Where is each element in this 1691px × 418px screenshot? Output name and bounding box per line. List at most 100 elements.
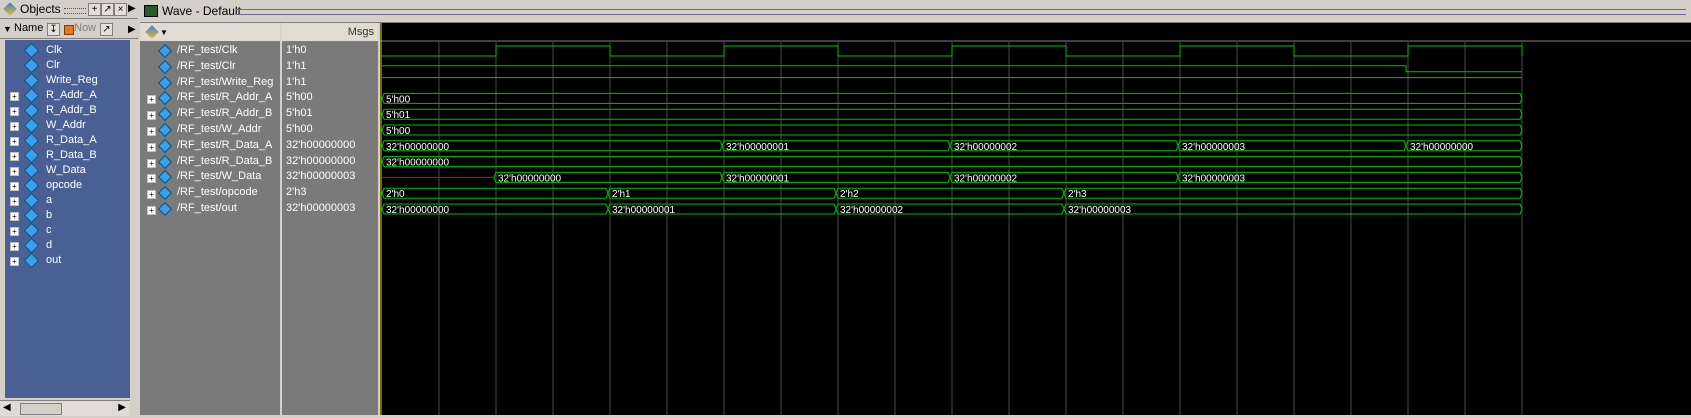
expand-icon[interactable]: + (10, 137, 19, 146)
signal-row[interactable]: /RF_test/Clr (140, 59, 280, 75)
signal-values-pane: Msgs 1'h0 1'h1 1'h1 5'h00 5'h01 5'h00 32'h0000… (282, 23, 380, 415)
horizontal-scrollbar[interactable]: ◀ ▶ (0, 400, 130, 416)
signal-row[interactable]: + /RF_test/W_Addr (140, 122, 280, 138)
signal-icon (23, 222, 40, 239)
expand-icon[interactable]: + (147, 111, 156, 121)
expand-icon[interactable]: + (10, 167, 19, 176)
expand-icon[interactable]: + (147, 206, 156, 215)
object-item[interactable]: + R_Data_A (5, 132, 130, 149)
signal-value: 5'h01 (286, 107, 313, 120)
object-item[interactable]: + R_Data_B (5, 147, 130, 164)
expand-icon[interactable]: + (147, 158, 156, 168)
signal-row[interactable]: /RF_test/Write_Reg (140, 75, 280, 91)
signal-value: 1'h1 (286, 59, 307, 72)
object-item[interactable]: Clk (5, 42, 130, 59)
bus-value-label: 32'h00000002 (954, 173, 1018, 184)
expand-icon[interactable]: + (147, 95, 156, 105)
object-item[interactable]: Clr (5, 57, 130, 74)
object-item[interactable]: + b (5, 207, 130, 224)
sort-icon[interactable]: ↧ (47, 23, 60, 36)
scroll-left-icon[interactable]: ◀ (3, 402, 11, 413)
close-icon[interactable]: × (114, 3, 127, 16)
object-item[interactable]: + W_Data (5, 162, 130, 179)
expand-icon[interactable]: + (10, 212, 19, 221)
column-now[interactable]: Now (74, 22, 96, 34)
expand-icon[interactable]: + (10, 107, 19, 116)
object-item[interactable]: + R_Addr_B (5, 102, 130, 119)
expand-icon[interactable]: + (147, 142, 156, 152)
column-name[interactable]: Name (14, 22, 43, 34)
object-item-label: out (46, 254, 62, 266)
bus-segment (381, 187, 609, 199)
expand-icon[interactable]: + (147, 174, 156, 184)
signal-row[interactable]: + /RF_test/R_Data_B (140, 154, 280, 170)
add-icon[interactable]: + (88, 3, 101, 16)
signal-names-pane: ▼ /RF_test/Clk/RF_test/Clr/RF_test/Write… (140, 23, 282, 415)
bus-value-label: 32'h00000003 (1068, 205, 1132, 216)
object-item[interactable]: + a (5, 192, 130, 209)
object-item-label: a (46, 194, 53, 206)
signal-row[interactable]: /RF_test/Clk (140, 43, 280, 59)
scroll-right-icon[interactable]: ▶ (118, 402, 126, 413)
signal-icon (23, 42, 40, 59)
expand-icon[interactable]: + (10, 182, 19, 191)
signal-icon (157, 170, 173, 185)
object-item[interactable]: + d (5, 237, 130, 254)
signal-value: 5'h00 (286, 91, 313, 104)
expand-icon[interactable]: + (147, 127, 156, 136)
expand-icon[interactable]: + (10, 257, 19, 266)
object-item-label: R_Addr_B (46, 104, 97, 116)
bus-value-label: 2'h1 (612, 189, 631, 200)
bus-value-label: 32'h00000003 (1182, 173, 1246, 184)
object-item-label: opcode (46, 179, 83, 191)
expand-icon[interactable]: + (10, 242, 19, 251)
waveform-area[interactable]: 5'h00 5'h01 5'h00 32'h00000000 32'h00000001 3… (380, 23, 1691, 415)
chevron-down-icon[interactable]: ▼ (160, 28, 168, 37)
signal-row[interactable]: + /RF_test/R_Addr_B (140, 106, 280, 122)
title-grip[interactable] (236, 9, 1686, 15)
signal-value: 1'h1 (286, 75, 307, 88)
signal-row[interactable]: + /RF_test/W_Data (140, 169, 280, 185)
signal-path: /RF_test/R_Data_A (177, 138, 273, 151)
drag-grip-icon[interactable] (64, 8, 86, 14)
bus-value-label: 2'h2 (840, 189, 859, 200)
objects-title: Objects (20, 2, 61, 16)
object-item[interactable]: + c (5, 222, 130, 239)
expand-icon[interactable]: + (10, 92, 19, 101)
signal-row[interactable]: + /RF_test/R_Data_A (140, 138, 280, 154)
expand-icon[interactable]: + (10, 197, 19, 206)
object-item[interactable]: + R_Addr_A (5, 87, 130, 104)
chevron-right-icon[interactable]: ▶ (128, 3, 136, 14)
signal-value: 32'h00000000 (286, 138, 356, 151)
expand-icon[interactable]: + (10, 227, 19, 236)
scrollbar-thumb[interactable] (20, 403, 62, 415)
signal-row[interactable]: + /RF_test/out (140, 201, 280, 217)
chevron-right-icon[interactable]: ▶ (128, 24, 136, 35)
filter-icon[interactable]: ↗ (100, 23, 113, 36)
undock-icon[interactable]: ↗ (101, 3, 114, 16)
expand-icon[interactable]: + (147, 190, 156, 200)
bus-value-label: 32'h00000000 (498, 173, 562, 184)
expand-icon[interactable]: + (10, 122, 19, 131)
dataset-icon[interactable] (145, 25, 159, 39)
bus-segment (835, 187, 1065, 199)
signal-value: 32'h00000003 (286, 170, 356, 183)
bus-value-label: 32'h00000000 (386, 205, 450, 216)
signal-path: /RF_test/out (177, 202, 237, 214)
object-item[interactable]: + opcode (5, 177, 130, 194)
wave-header-strip (380, 23, 1691, 41)
signal-path: /RF_test/W_Data (177, 170, 262, 183)
bus-value-label: 32'h00000002 (840, 205, 904, 216)
object-item[interactable]: + out (5, 252, 130, 269)
chevron-down-icon[interactable]: ▼ (3, 24, 12, 34)
object-item[interactable]: + W_Addr (5, 117, 130, 134)
waveform-svg: 5'h00 5'h01 5'h00 32'h00000000 32'h00000001 3… (380, 23, 1691, 415)
signal-icon (23, 102, 40, 119)
msgs-header: Msgs (347, 26, 374, 38)
signal-icon (23, 177, 40, 194)
object-item[interactable]: Write_Reg (5, 72, 130, 89)
expand-icon[interactable]: + (10, 152, 19, 161)
signal-row[interactable]: + /RF_test/R_Addr_A (140, 90, 280, 106)
signal-row[interactable]: + /RF_test/opcode (140, 185, 280, 201)
object-item-label: R_Data_A (46, 134, 97, 146)
